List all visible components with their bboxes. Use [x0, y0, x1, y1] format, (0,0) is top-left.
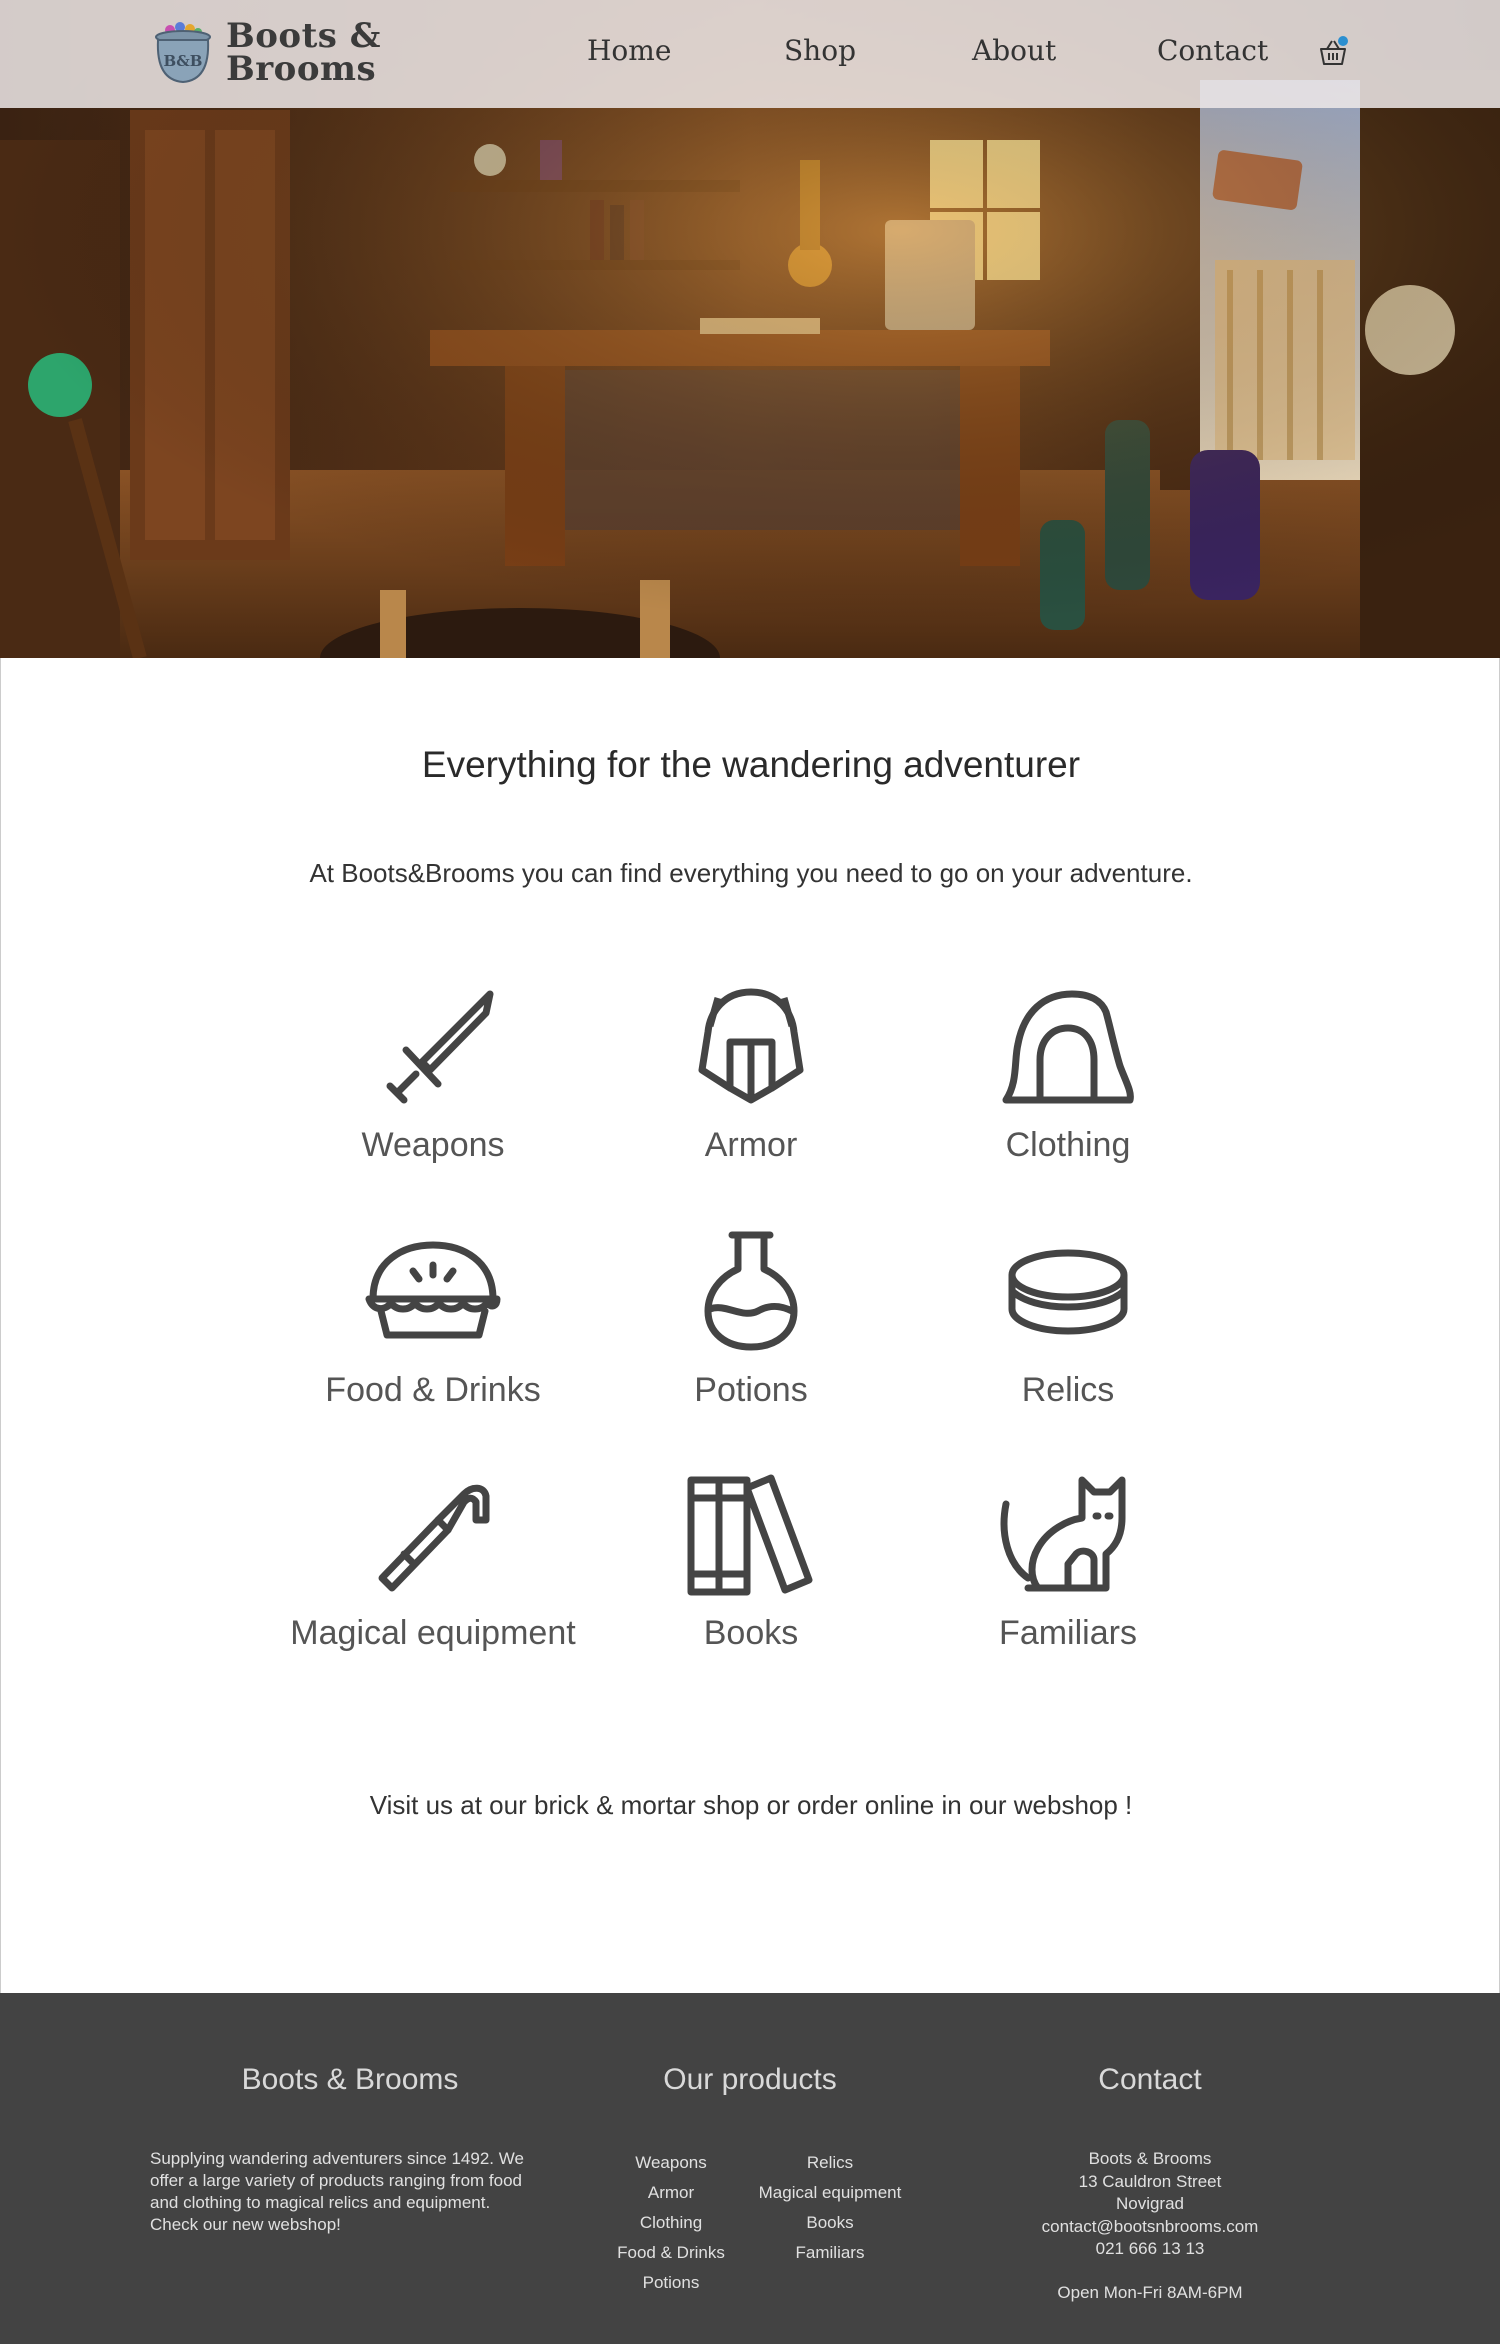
visit-text: Visit us at our brick & mortar shop or o… — [369, 1790, 1133, 1820]
category-label: Clothing — [1005, 1126, 1131, 1164]
nav-home[interactable]: Home — [587, 34, 671, 67]
footer-about-text: Supplying wandering adventurers since 14… — [150, 2149, 524, 2234]
intro-text: At Boots&Brooms you can find everything … — [309, 858, 1193, 888]
footer-link-weapons[interactable]: Weapons — [600, 2148, 742, 2178]
footer-link-potions[interactable]: Potions — [600, 2268, 742, 2298]
category-label: Armor — [704, 1126, 798, 1164]
staff-icon — [378, 1484, 490, 1592]
category-relics[interactable]: Relics — [908, 1231, 1228, 1410]
helmet-icon — [698, 988, 804, 1104]
nav-contact[interactable]: Contact — [1157, 34, 1268, 67]
footer-link-relics[interactable]: Relics — [750, 2148, 910, 2178]
cart-badge — [1338, 36, 1348, 46]
top-navbar: B&B Boots & Brooms Home Shop About Conta… — [0, 0, 1500, 108]
footer-about-title: Boots & Brooms — [241, 2063, 459, 2096]
contact-phone: 021 666 13 13 — [1095, 2239, 1205, 2258]
category-clothing[interactable]: Clothing — [908, 986, 1228, 1165]
nav-shop[interactable]: Shop — [784, 34, 856, 67]
brand-name-line2: Brooms — [226, 49, 377, 89]
footer-contact-title: Contact — [1098, 2063, 1202, 2096]
contact-street: 13 Cauldron Street — [1078, 2171, 1222, 2191]
books-icon — [687, 1474, 813, 1596]
category-weapons[interactable]: Weapons — [273, 986, 593, 1165]
category-label: Potions — [694, 1371, 808, 1409]
footer-link-familiars[interactable]: Familiars — [750, 2238, 910, 2268]
category-label: Weapons — [361, 1126, 505, 1164]
category-magical-equipment[interactable]: Magical equipment — [273, 1474, 593, 1653]
category-books[interactable]: Books — [591, 1474, 911, 1653]
page-headline: Everything for the wandering adventurer — [421, 744, 1081, 785]
footer-products-col2: Relics Magical equipment Books Familiars — [750, 2148, 910, 2268]
opening-hours: Open Mon-Fri 8AM-6PM — [1057, 2283, 1243, 2302]
category-label: Books — [703, 1614, 799, 1652]
sword-icon — [386, 990, 494, 1104]
contact-email[interactable]: contact@bootsnbrooms.com — [1000, 2216, 1300, 2239]
category-armor[interactable]: Armor — [591, 986, 911, 1165]
hood-icon — [1002, 990, 1134, 1104]
contact-name: Boots & Brooms — [1088, 2149, 1212, 2168]
flask-icon — [704, 1231, 798, 1351]
footer-products-title: Our products — [663, 2063, 837, 2096]
main-content: Everything for the wandering adventurer … — [0, 658, 1500, 1993]
footer-products-col1: Weapons Armor Clothing Food & Drinks Pot… — [600, 2148, 742, 2298]
category-label: Magical equipment — [290, 1614, 576, 1652]
cauldron-logo-icon: B&B — [155, 22, 211, 84]
footer-link-clothing[interactable]: Clothing — [600, 2208, 742, 2238]
footer-link-armor[interactable]: Armor — [600, 2178, 742, 2208]
pie-icon — [365, 1241, 501, 1339]
nav-about[interactable]: About — [972, 34, 1056, 67]
category-food-drinks[interactable]: Food & Drinks — [273, 1231, 593, 1410]
category-familiars[interactable]: Familiars — [908, 1474, 1228, 1653]
contact-city: Novigrad — [1115, 2194, 1185, 2213]
brand-name: Boots & Brooms — [226, 19, 381, 89]
footer-link-magical-equipment[interactable]: Magical equipment — [750, 2178, 910, 2208]
category-label: Relics — [1021, 1371, 1115, 1409]
ring-icon — [1008, 1249, 1128, 1335]
category-potions[interactable]: Potions — [591, 1231, 911, 1410]
footer-link-food-drinks[interactable]: Food & Drinks — [600, 2238, 742, 2268]
footer-contact-info: Boots & Brooms 13 Cauldron Street Novigr… — [1000, 2148, 1300, 2261]
cat-icon — [1000, 1476, 1126, 1592]
footer-link-books[interactable]: Books — [750, 2208, 910, 2238]
logo-monogram: B&B — [164, 52, 203, 70]
category-label: Food & Drinks — [325, 1371, 541, 1409]
brand-logo[interactable]: B&B Boots & Brooms — [152, 18, 381, 88]
site-footer: Boots & Brooms Supplying wandering adven… — [0, 1993, 1500, 2344]
category-label: Familiars — [999, 1614, 1137, 1652]
